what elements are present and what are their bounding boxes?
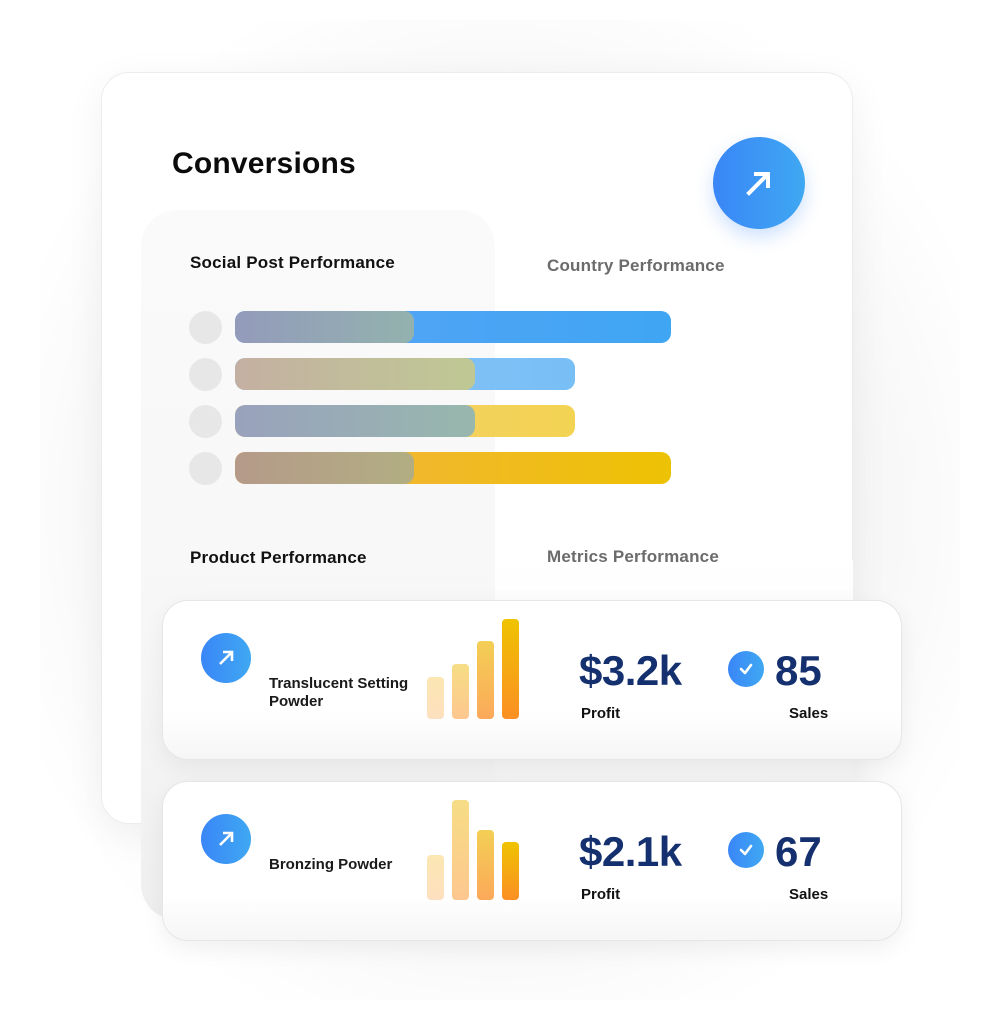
check-circle-icon xyxy=(728,651,764,687)
social-post-performance-label: Social Post Performance xyxy=(190,253,395,272)
page-title: Conversions xyxy=(172,147,356,180)
product-trend-button[interactable] xyxy=(201,814,251,864)
performance-bar[interactable] xyxy=(235,311,671,343)
row-avatar-placeholder xyxy=(189,358,222,391)
trend-bar xyxy=(477,641,494,719)
arrow-up-right-icon xyxy=(219,831,234,846)
product-name: Bronzing Powder xyxy=(269,856,393,873)
product-card[interactable]: Bronzing Powder $2.1k Profit 67 Sales xyxy=(162,781,902,941)
profit-label: Profit xyxy=(581,705,621,722)
performance-bar[interactable] xyxy=(235,358,576,390)
trend-bar xyxy=(427,677,444,719)
product-card[interactable]: Translucent Setting Powder $3.2k Profit … xyxy=(162,600,902,760)
product-trend-chart xyxy=(425,796,525,900)
trend-bar xyxy=(427,855,444,900)
product-trend-button[interactable] xyxy=(201,633,251,683)
country-performance-label[interactable]: Country Performance xyxy=(547,256,725,276)
performance-bar-segment xyxy=(235,405,475,437)
sales-label: Sales xyxy=(789,886,829,903)
performance-bar-segment xyxy=(235,452,414,484)
arrow-up-right-icon xyxy=(746,172,770,196)
trend-bar xyxy=(452,664,469,719)
row-avatar-placeholder xyxy=(189,452,222,485)
sales-value: 85 xyxy=(775,647,822,694)
performance-bar[interactable] xyxy=(235,405,576,437)
arrow-up-right-icon xyxy=(219,650,234,665)
trend-bar xyxy=(477,830,494,900)
metrics-performance-label[interactable]: Metrics Performance xyxy=(547,547,719,567)
performance-bar-segment xyxy=(235,311,414,343)
profit-value: $3.2k xyxy=(579,647,682,694)
sales-value: 67 xyxy=(775,828,822,875)
performance-bar-segment xyxy=(235,358,475,390)
profit-value: $2.1k xyxy=(579,828,682,875)
open-conversions-button[interactable] xyxy=(713,137,805,229)
performance-bar[interactable] xyxy=(235,452,671,484)
product-name: Translucent Setting Powder xyxy=(269,675,409,710)
trend-bar xyxy=(502,619,519,719)
product-performance-label: Product Performance xyxy=(190,548,367,567)
sales-label: Sales xyxy=(789,705,829,722)
check-circle-icon xyxy=(728,832,764,868)
trend-bar xyxy=(502,842,519,900)
row-avatar-placeholder xyxy=(189,405,222,438)
product-trend-chart xyxy=(425,615,525,719)
trend-bar xyxy=(452,800,469,900)
row-avatar-placeholder xyxy=(189,311,222,344)
profit-label: Profit xyxy=(581,886,621,903)
